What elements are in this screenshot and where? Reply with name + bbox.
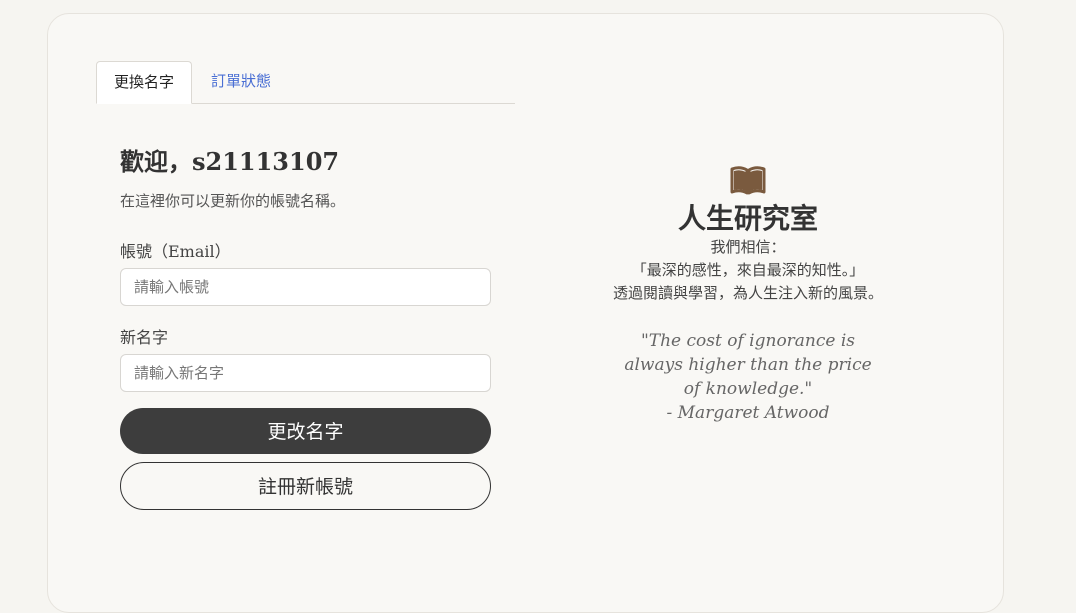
register-button[interactable]: 註冊新帳號 [120, 462, 491, 510]
quote-author: - Margaret Atwood [666, 403, 830, 423]
tab-bar: 更換名字 訂單狀態 [96, 61, 515, 104]
account-label: 帳號（Email） [120, 242, 231, 261]
brand-title: 人生研究室 [677, 202, 818, 235]
belief-line-3: 透過閱讀與學習，為人生注入新的風景。 [612, 284, 883, 302]
tab-order-status[interactable]: 訂單狀態 [194, 61, 288, 103]
brand-panel: 人生研究室 我們相信： 「最深的感性，來自最深的知性。」 透過閱讀與學習，為人生… [558, 164, 938, 425]
belief-line-1: 我們相信： [710, 238, 786, 256]
tab-change-name[interactable]: 更換名字 [96, 61, 193, 104]
quote-block: "The cost of ignorance is always higher … [618, 329, 878, 425]
belief-line-2: 「最深的感性，來自最深的知性。」 [631, 261, 865, 279]
welcome-heading: 歡迎，s21113107 [120, 147, 340, 176]
new-name-input[interactable] [120, 354, 491, 392]
quote-text: "The cost of ignorance is always higher … [624, 331, 872, 399]
account-input[interactable] [120, 268, 491, 306]
book-icon [730, 166, 766, 195]
new-name-label: 新名字 [120, 328, 169, 347]
change-name-button[interactable]: 更改名字 [120, 408, 491, 454]
form-subtitle: 在這裡你可以更新你的帳號名稱。 [120, 192, 346, 210]
main-card: 更換名字 訂單狀態 歡迎，s21113107 在這裡你可以更新你的帳號名稱。 帳… [47, 13, 1004, 613]
